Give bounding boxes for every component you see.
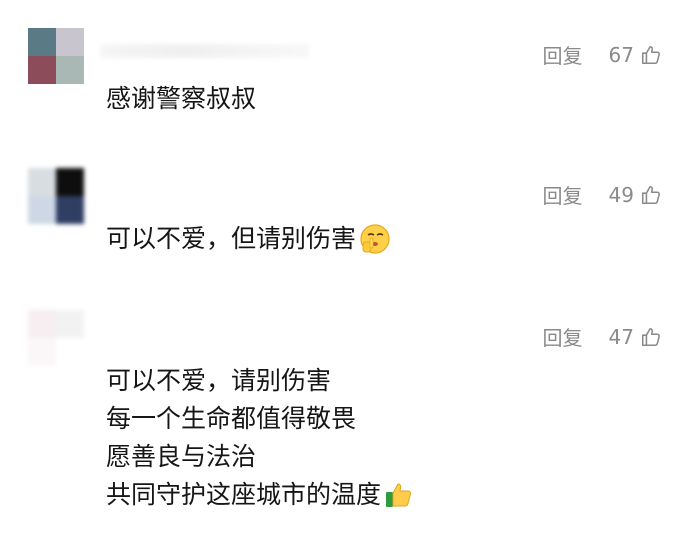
comment-line: 感谢警察叔叔	[106, 84, 257, 113]
reply-button[interactable]: 回复	[543, 180, 583, 209]
avatar-tile	[28, 338, 56, 366]
like-count: 47	[608, 324, 634, 349]
like-count: 49	[608, 182, 634, 207]
comment-line-wrapper: 共同守护这座城市的温度	[106, 476, 415, 514]
comment-meta: 回复 49	[543, 180, 662, 209]
thumbs-up-icon[interactable]	[640, 44, 662, 66]
avatar-tile	[28, 56, 56, 84]
comment-line: 愿善良与法治	[106, 442, 257, 471]
thumbs-up-icon[interactable]	[640, 326, 662, 348]
avatar-tile	[56, 338, 84, 366]
avatar[interactable]	[28, 310, 84, 366]
avatar-tile	[28, 310, 56, 338]
comment-line: 每一个生命都值得敬畏	[106, 404, 357, 433]
avatar-tile	[56, 168, 84, 196]
avatar[interactable]	[28, 168, 84, 224]
comment-line: 可以不爱，但请别伤害	[106, 224, 357, 253]
reply-button[interactable]: 回复	[543, 40, 583, 69]
shushing-face-emoji-icon	[360, 224, 390, 254]
thumbs-up-icon[interactable]	[640, 184, 662, 206]
comment-text: 可以不爱，但请别伤害	[106, 220, 392, 258]
comment-meta: 回复 47	[543, 322, 662, 351]
avatar-tile	[28, 28, 56, 56]
comment-meta: 回复 67	[543, 40, 662, 69]
avatar[interactable]	[28, 28, 84, 84]
like-count: 67	[608, 42, 634, 67]
avatar-tile	[56, 56, 84, 84]
reply-button[interactable]: 回复	[543, 322, 583, 351]
avatar-tile	[56, 310, 84, 338]
thumbs-up-emoji-icon	[386, 483, 411, 507]
username-redacted	[100, 44, 310, 58]
avatar-tile	[56, 196, 84, 224]
avatar-tile	[28, 168, 56, 196]
comment-line-wrapper: 可以不爱，但请别伤害	[106, 220, 392, 258]
avatar-tile	[28, 196, 56, 224]
comment-line: 共同守护这座城市的温度	[106, 480, 382, 509]
avatar-tile	[56, 28, 84, 56]
comment-text: 感谢警察叔叔	[106, 80, 256, 118]
comment-line: 可以不爱，请别伤害	[106, 366, 332, 395]
comment-text: 可以不爱，请别伤害 每一个生命都值得敬畏 愿善良与法治 共同守护这座城市的温度	[106, 362, 415, 514]
